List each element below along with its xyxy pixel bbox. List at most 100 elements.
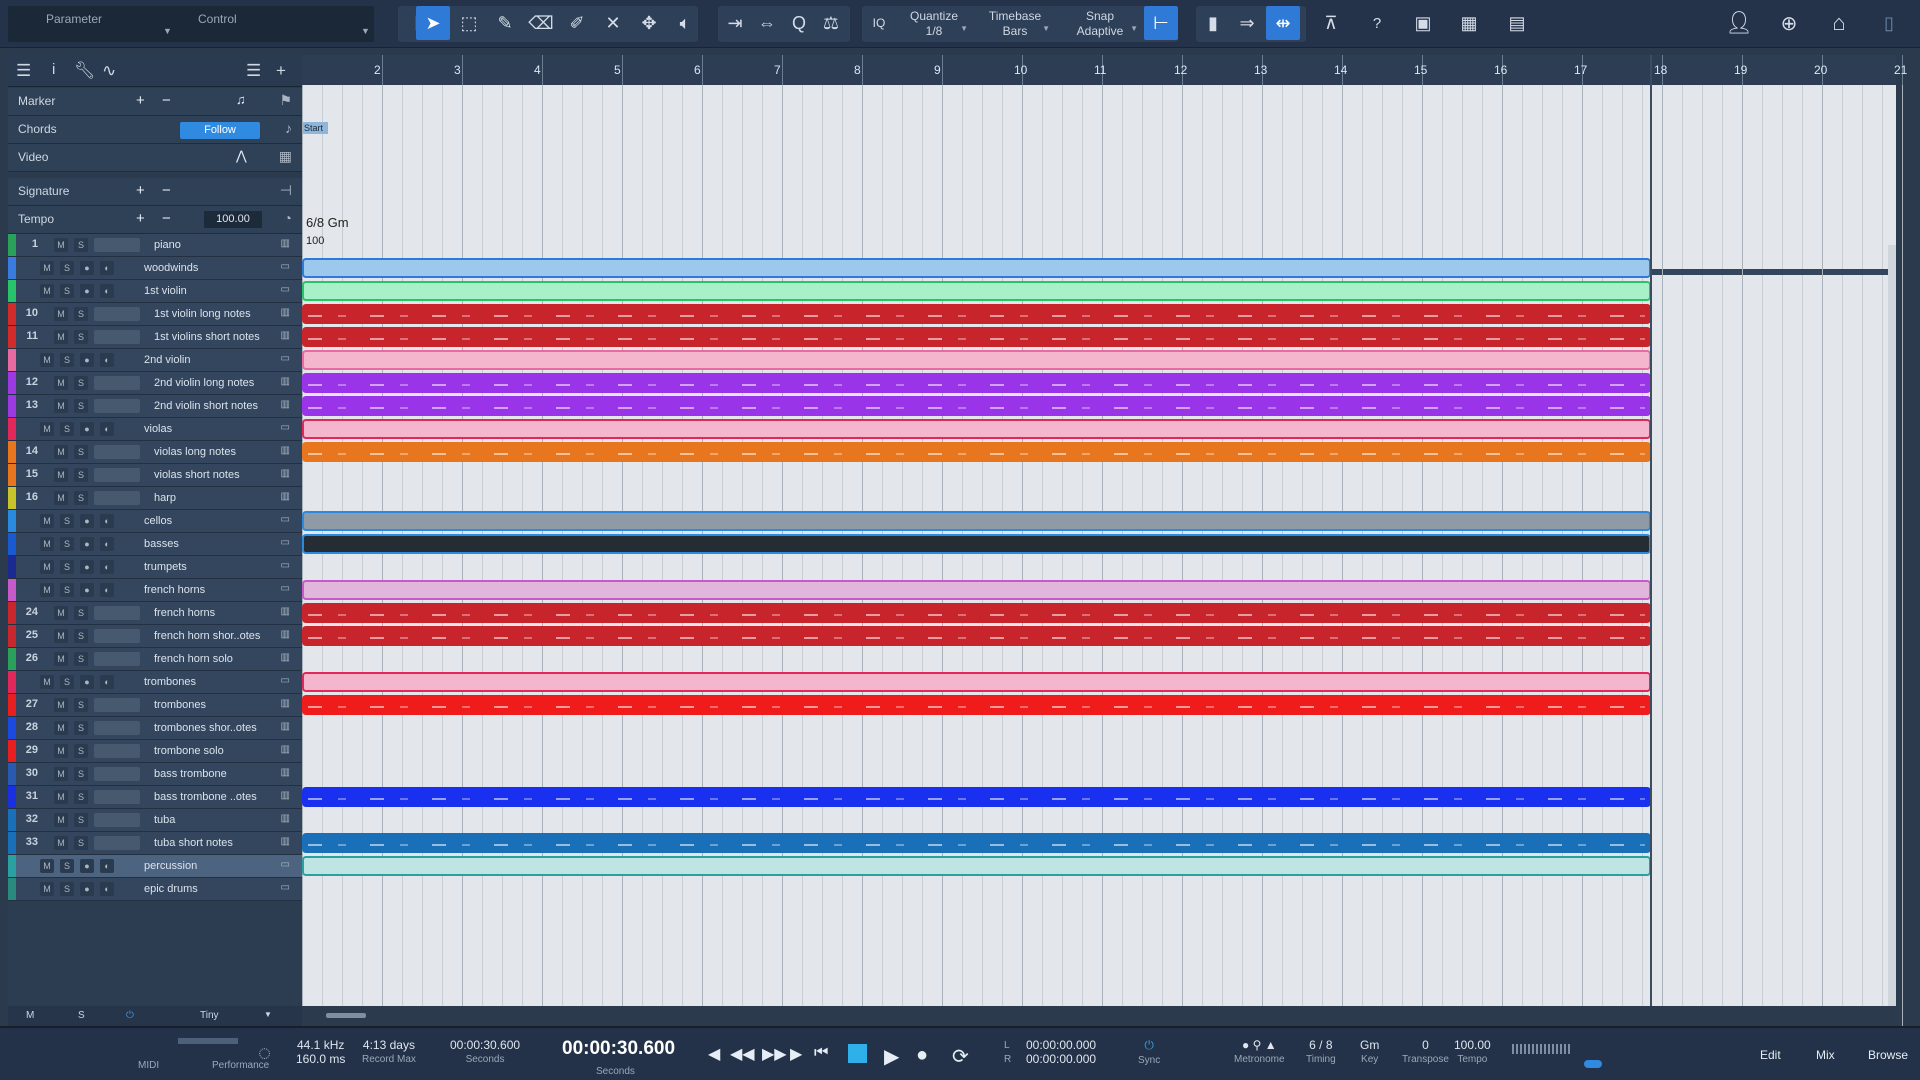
mute-button[interactable]: M bbox=[54, 629, 68, 643]
tempo-value-field[interactable]: 100.00 bbox=[204, 211, 262, 228]
track-name[interactable]: percussion bbox=[144, 860, 197, 872]
track-row[interactable]: 31 M Sbass trombone ..otes ▥ bbox=[8, 786, 302, 809]
marker-note-icon[interactable]: ♫ bbox=[236, 92, 246, 107]
instrument-icon[interactable]: ▥ bbox=[281, 629, 290, 640]
instrument-icon[interactable]: ▥ bbox=[281, 491, 290, 502]
track-name[interactable]: violas bbox=[144, 423, 172, 435]
marker-flag-icon[interactable]: ⚑ bbox=[279, 92, 292, 109]
track-color-strip[interactable] bbox=[8, 648, 16, 670]
track-color-strip[interactable] bbox=[8, 809, 16, 831]
monitor-button[interactable]: ◐ bbox=[100, 675, 114, 689]
instrument-slot[interactable] bbox=[94, 767, 140, 781]
monitor-button[interactable]: ◐ bbox=[100, 537, 114, 551]
solo-button[interactable]: S bbox=[60, 514, 74, 528]
info-icon[interactable]: i bbox=[52, 61, 55, 78]
event-clip[interactable] bbox=[302, 442, 1651, 462]
track-row[interactable]: 15 M Sviolas short notes ▥ bbox=[8, 464, 302, 487]
marker-track[interactable]: Marker + − ♫ ⚑ bbox=[8, 88, 302, 116]
instrument-slot[interactable] bbox=[94, 698, 140, 712]
track-color-strip[interactable] bbox=[8, 418, 16, 440]
instrument-icon[interactable]: ▥ bbox=[281, 744, 290, 755]
sync-icon[interactable]: ⊕ bbox=[1772, 6, 1806, 40]
folder-icon[interactable]: ▭ bbox=[281, 560, 290, 571]
tempo-remove-icon[interactable]: − bbox=[162, 210, 171, 227]
home-icon[interactable]: ⌂ bbox=[1822, 6, 1856, 40]
solo-button[interactable]: S bbox=[74, 744, 88, 758]
arrange-view[interactable]: 2 3 4 5 6 7 8 9 10 11 12 13 14 15 16 17 18 19 20 21 Start 6… bbox=[302, 55, 1907, 1026]
track-color-strip[interactable] bbox=[8, 487, 16, 509]
help-button[interactable]: ? bbox=[1360, 6, 1394, 40]
signature-add-icon[interactable]: + bbox=[136, 182, 145, 199]
marker-remove-icon[interactable]: − bbox=[162, 92, 171, 109]
mute-button[interactable]: M bbox=[54, 491, 68, 505]
track-name[interactable]: cellos bbox=[144, 515, 172, 527]
signature-icon[interactable]: ⊣ bbox=[280, 182, 292, 199]
mute-button[interactable]: M bbox=[40, 560, 54, 574]
solo-button[interactable]: S bbox=[60, 583, 74, 597]
return-to-zero-icon[interactable]: ⏮ bbox=[814, 1044, 828, 1062]
mute-button[interactable]: M bbox=[54, 813, 68, 827]
track-name[interactable]: basses bbox=[144, 538, 179, 550]
instrument-icon[interactable]: ▥ bbox=[281, 767, 290, 778]
nudge-icon[interactable]: ⇥ bbox=[718, 6, 752, 40]
instrument-slot[interactable] bbox=[94, 629, 140, 643]
track-name[interactable]: violas short notes bbox=[154, 469, 240, 481]
solo-button[interactable]: S bbox=[74, 376, 88, 390]
mix-page-button[interactable]: Mix bbox=[1816, 1048, 1835, 1062]
solo-button[interactable]: S bbox=[74, 445, 88, 459]
track-name[interactable]: 2nd violin short notes bbox=[154, 400, 258, 412]
folder-icon[interactable]: ▭ bbox=[281, 261, 290, 272]
track-name[interactable]: 1st violin bbox=[144, 285, 187, 297]
track-name[interactable]: trombones bbox=[144, 676, 196, 688]
record-icon[interactable]: ● bbox=[916, 1044, 928, 1067]
track-row[interactable]: M S ● ◐ cellos ▭ bbox=[8, 510, 302, 533]
mute-button[interactable]: M bbox=[54, 376, 68, 390]
track-name[interactable]: french horn solo bbox=[154, 653, 233, 665]
track-color-strip[interactable] bbox=[8, 395, 16, 417]
track-color-strip[interactable] bbox=[8, 372, 16, 394]
main-time-display[interactable]: 00:00:30.600 bbox=[562, 1038, 675, 1060]
track-row[interactable]: 10 M S 1st violin long notes ▥ bbox=[8, 303, 302, 326]
timing-display[interactable]: 6 / 8 Timing bbox=[1306, 1038, 1336, 1065]
instrument-slot[interactable] bbox=[94, 376, 140, 390]
track-name[interactable]: epic drums bbox=[144, 883, 198, 895]
waveform-icon[interactable]: ⋀ bbox=[236, 148, 247, 164]
instrument-icon[interactable]: ▥ bbox=[281, 836, 290, 847]
instrument-slot[interactable] bbox=[94, 238, 140, 252]
solo-button[interactable]: S bbox=[74, 813, 88, 827]
solo-button[interactable]: S bbox=[74, 836, 88, 850]
folder-icon[interactable]: ▭ bbox=[281, 537, 290, 548]
track-row[interactable]: 1 M Spiano ▥ bbox=[8, 234, 302, 257]
monitor-button[interactable]: ◐ bbox=[100, 560, 114, 574]
event-clip[interactable] bbox=[302, 603, 1651, 623]
solo-button[interactable]: S bbox=[74, 330, 88, 344]
video-track[interactable]: Video ⋀ ▦ bbox=[8, 144, 302, 172]
rewind-icon[interactable]: ◀◀ bbox=[730, 1044, 755, 1064]
instrument-icon[interactable]: ▥ bbox=[281, 721, 290, 732]
event-clip[interactable] bbox=[302, 672, 1651, 692]
instrument-icon[interactable]: ▥ bbox=[281, 606, 290, 617]
event-clip[interactable] bbox=[302, 350, 1651, 370]
track-row[interactable]: M S ● ◐ woodwinds ▭ bbox=[8, 257, 302, 280]
marker-add-icon[interactable]: + bbox=[136, 92, 145, 109]
event-clip[interactable] bbox=[302, 304, 1651, 324]
track-color-strip[interactable] bbox=[8, 832, 16, 854]
track-name[interactable]: woodwinds bbox=[144, 262, 198, 274]
solo-button[interactable]: S bbox=[60, 353, 74, 367]
record-arm-button[interactable]: ● bbox=[80, 537, 94, 551]
mute-button[interactable]: M bbox=[40, 859, 54, 873]
record-arm-button[interactable]: ● bbox=[80, 284, 94, 298]
monitor-button[interactable]: ◐ bbox=[100, 882, 114, 896]
global-solo-button[interactable]: S bbox=[78, 1010, 85, 1021]
track-name[interactable]: trombones bbox=[154, 699, 206, 711]
instrument-icon[interactable]: ▥ bbox=[281, 376, 290, 387]
solo-button[interactable]: S bbox=[60, 675, 74, 689]
instrument-icon[interactable]: ▥ bbox=[281, 813, 290, 824]
horizontal-scrollbar[interactable] bbox=[302, 1006, 1896, 1026]
track-color-strip[interactable] bbox=[8, 579, 16, 601]
mute-button[interactable]: M bbox=[40, 514, 54, 528]
instrument-slot[interactable] bbox=[94, 445, 140, 459]
edit-page-button[interactable]: Edit bbox=[1760, 1048, 1781, 1062]
pencil-tool-icon[interactable]: ✎ bbox=[488, 6, 522, 40]
main-time-format[interactable]: Seconds bbox=[596, 1064, 635, 1077]
